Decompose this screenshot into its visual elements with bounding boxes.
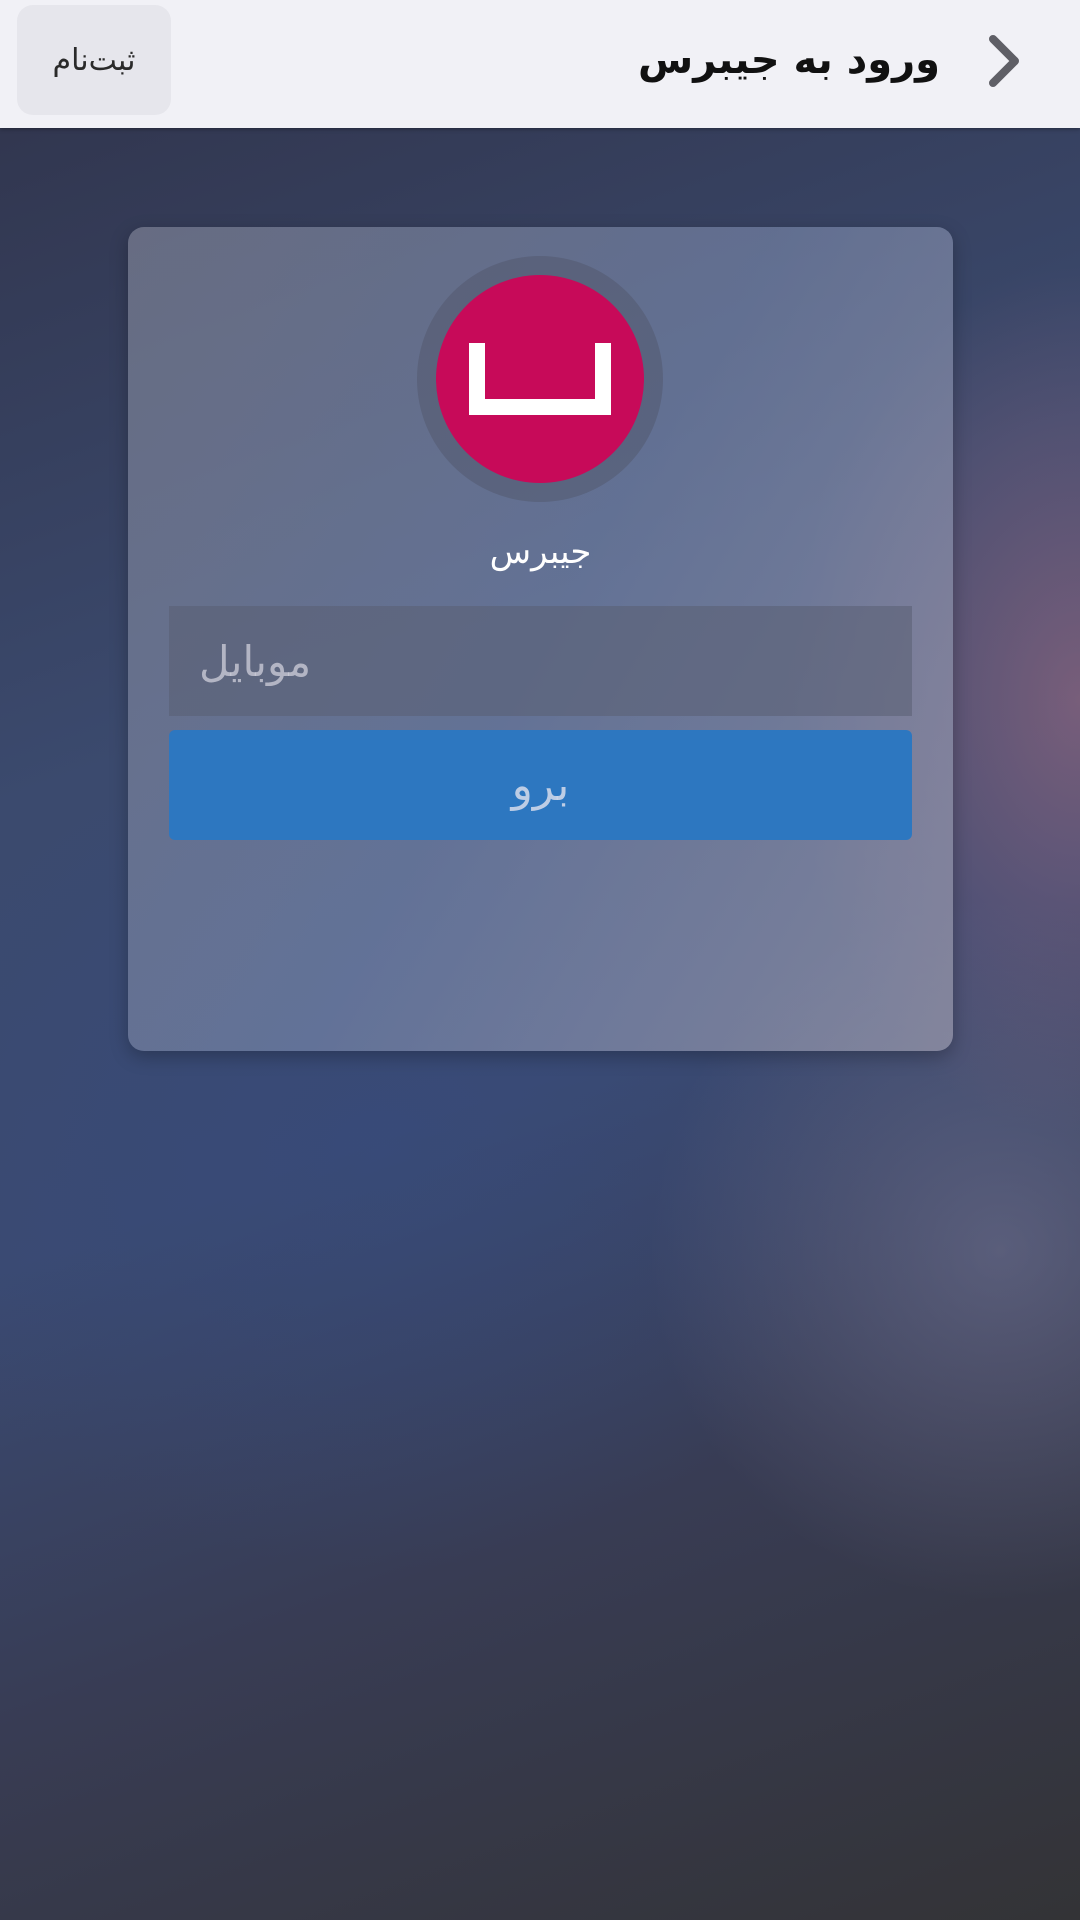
brand-name: جیبرس: [489, 532, 592, 572]
top-navbar: ورود به جیبرس ثبت‌نام: [0, 0, 1080, 128]
back-button[interactable]: [970, 26, 1040, 96]
mobile-input[interactable]: [169, 606, 912, 716]
app-logo: [436, 275, 644, 483]
submit-button[interactable]: برو: [169, 730, 912, 840]
chevron-right-icon: [989, 35, 1019, 87]
bracket-logo-icon: [469, 343, 611, 415]
login-card: جیبرس برو: [128, 227, 953, 1051]
register-button[interactable]: ثبت‌نام: [17, 5, 171, 115]
logo-ring: [417, 256, 663, 502]
page-title: ورود به جیبرس: [638, 37, 940, 83]
